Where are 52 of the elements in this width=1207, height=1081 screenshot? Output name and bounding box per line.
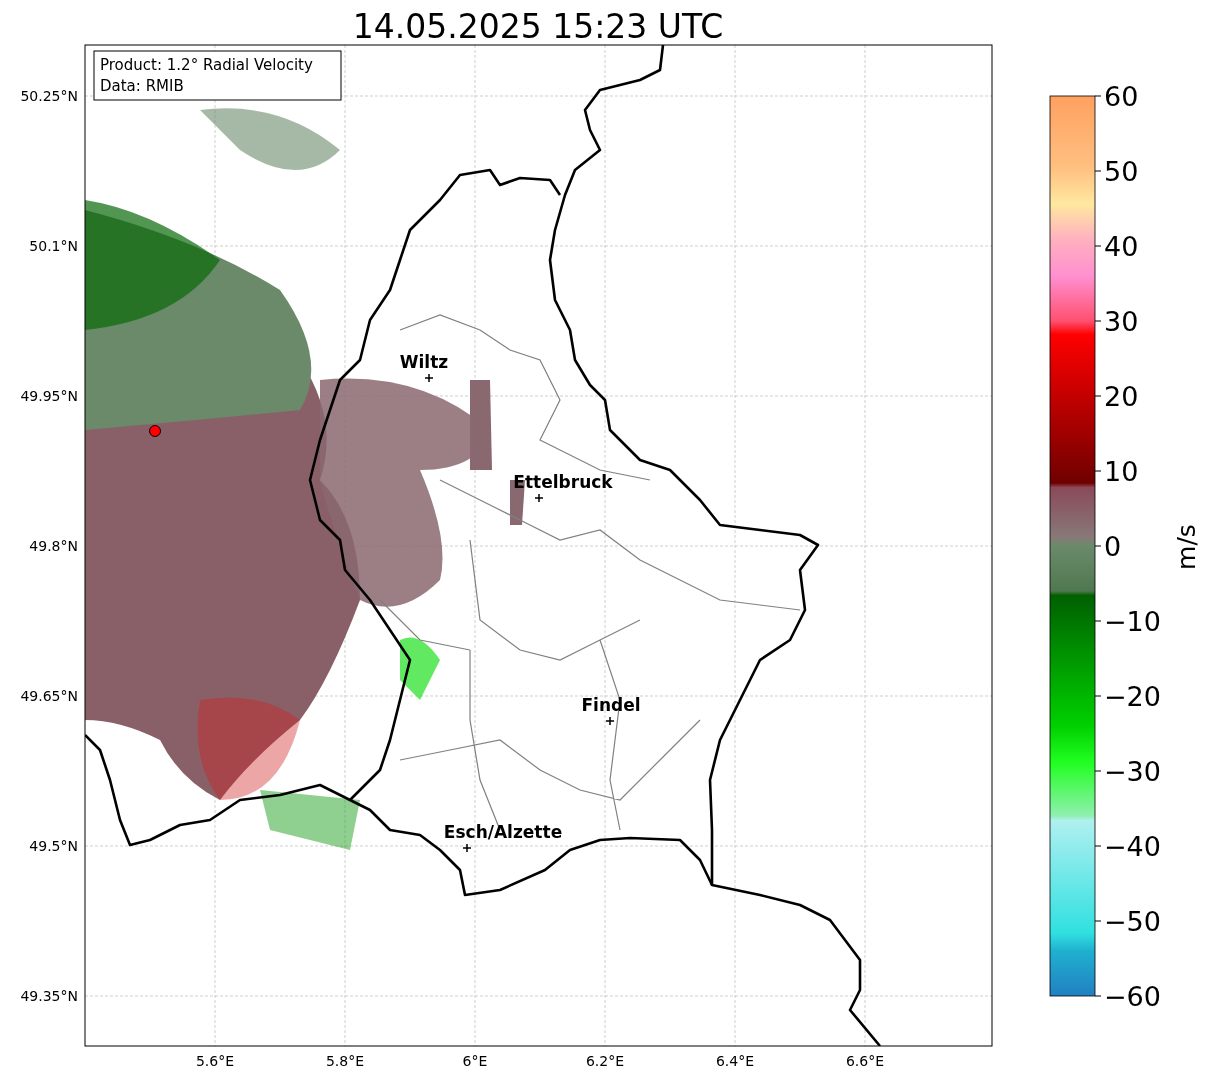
latitude-label: 49.35°N <box>20 988 78 1004</box>
longitude-label: 6°E <box>462 1053 488 1069</box>
colorbar-label: −50 <box>1104 906 1161 937</box>
colorbar-tick <box>1094 320 1102 322</box>
city-marker <box>534 493 544 503</box>
colorbar-tick <box>1094 845 1102 847</box>
colorbar-label: 0 <box>1104 531 1122 562</box>
info-text: Product: 1.2° Radial Velocity <box>100 56 313 74</box>
colorbar-label: −10 <box>1104 606 1161 637</box>
colorbar-tick <box>1094 695 1102 697</box>
city-label: Esch/Alzette <box>443 822 563 842</box>
colorbar-label: 40 <box>1104 231 1139 262</box>
city-marker <box>462 843 472 853</box>
chart-title: 14.05.2025 15:23 UTC <box>352 7 724 46</box>
city-label: Findel <box>581 695 641 715</box>
latitude-label: 49.95°N <box>20 388 78 404</box>
longitude-label: 6.6°E <box>845 1053 885 1069</box>
colorbar-label: 50 <box>1104 156 1139 187</box>
colorbar-tick <box>1094 545 1102 547</box>
latitude-label: 50.1°N <box>29 238 78 254</box>
colorbar-tick <box>1094 920 1102 922</box>
colorbar-label: 10 <box>1104 456 1139 487</box>
colorbar-label: −60 <box>1104 981 1161 1012</box>
latitude-label: 49.5°N <box>29 838 78 854</box>
colorbar-tick <box>1094 245 1102 247</box>
colorbar-label: 30 <box>1104 306 1139 337</box>
longitude-label: 6.4°E <box>715 1053 755 1069</box>
longitude-label: 6.2°E <box>585 1053 625 1069</box>
latitude-label: 49.65°N <box>20 688 78 704</box>
colorbar-label: −40 <box>1104 831 1161 862</box>
city-label: Wiltz <box>399 352 449 372</box>
colorbar-tick <box>1094 395 1102 397</box>
latitude-label: 50.25°N <box>20 88 78 104</box>
colorbar-tick <box>1094 470 1102 472</box>
city-marker <box>424 373 434 383</box>
info-text: Data: RMIB <box>100 77 184 95</box>
colorbar-label: −30 <box>1104 756 1161 787</box>
city-label: Ettelbruck <box>513 472 613 492</box>
radar-site-marker <box>149 425 161 437</box>
colorbar-label: 60 <box>1104 81 1139 112</box>
longitude-label: 5.8°E <box>325 1053 365 1069</box>
colorbar-tick <box>1094 995 1102 997</box>
colorbar-label: −20 <box>1104 681 1161 712</box>
colorbar-label: 20 <box>1104 381 1139 412</box>
colorbar-tick <box>1094 170 1102 172</box>
colorbar-tick <box>1094 770 1102 772</box>
colorbar-tick <box>1094 95 1102 97</box>
colorbar-title: m/s <box>1172 524 1201 570</box>
city-marker <box>605 716 615 726</box>
colorbar-tick <box>1094 620 1102 622</box>
latitude-label: 49.8°N <box>29 538 78 554</box>
longitude-label: 5.6°E <box>195 1053 235 1069</box>
